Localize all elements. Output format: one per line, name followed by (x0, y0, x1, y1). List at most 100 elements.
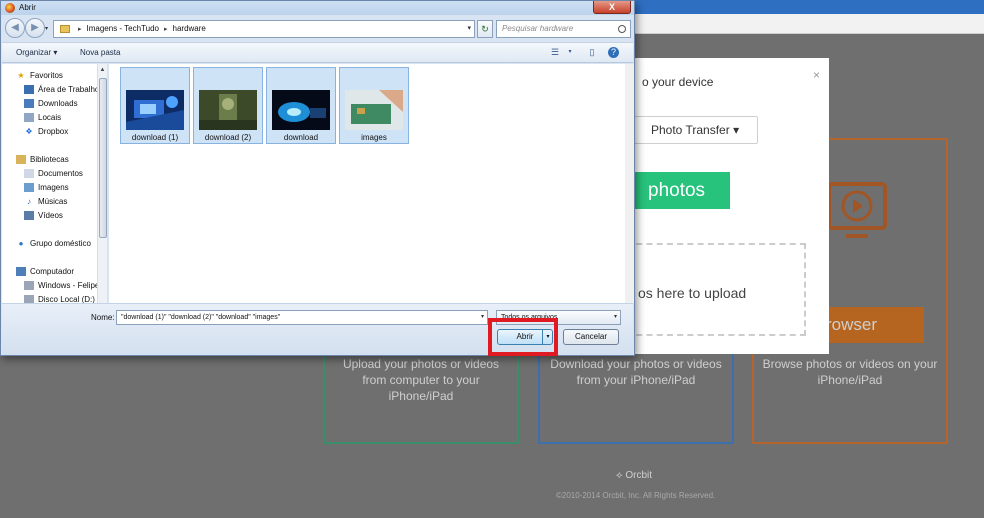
organize-menu[interactable]: Organizar ▾ (16, 48, 57, 57)
breadcrumb-separator-icon: ▸ (164, 26, 168, 33)
nav-desktop[interactable]: Área de Trabalho (24, 85, 99, 97)
file-thumbnail (126, 90, 184, 130)
dialog-title: Abrir (19, 3, 36, 12)
nav-downloads-label: Downloads (38, 99, 78, 108)
breadcrumb-hardware[interactable]: hardware (173, 24, 206, 33)
file-item[interactable]: download (266, 67, 336, 144)
address-dropdown-icon[interactable]: ▾ (467, 21, 471, 37)
dialog-titlebar[interactable]: Abrir X (1, 1, 634, 15)
music-icon: ♪ (27, 197, 31, 207)
cancel-button[interactable]: Cancelar (563, 329, 619, 345)
file-type-dropdown-icon[interactable]: ▾ (614, 311, 617, 324)
new-folder-button[interactable]: Nova pasta (80, 48, 120, 57)
nav-videos-label: Vídeos (38, 211, 63, 220)
nav-recent[interactable]: Locais (24, 113, 61, 125)
modal-title: o your device (642, 75, 714, 89)
homegroup-icon: ● (18, 239, 24, 249)
file-name: download (283, 133, 319, 142)
nav-dropbox[interactable]: ❖ Dropbox (24, 127, 68, 139)
dropbox-icon: ❖ (25, 127, 33, 137)
nav-downloads[interactable]: Downloads (24, 99, 78, 111)
nav-documents-label: Documentos (38, 169, 83, 178)
drive-icon (24, 295, 34, 303)
search-placeholder: Pesquisar hardware (502, 24, 574, 33)
back-arrow-icon[interactable]: ◀ (5, 18, 25, 38)
drop-zone-text: os here to upload (638, 285, 747, 301)
view-options-icon[interactable]: ☰ (549, 47, 561, 58)
close-button[interactable]: X (593, 1, 631, 14)
recent-places-icon (24, 113, 34, 123)
nav-favorites-label: Favoritos (30, 71, 63, 80)
scroll-up-icon[interactable]: ▲ (98, 65, 107, 75)
device-modal: o your device × Photo Transfer ▾ photos … (610, 58, 829, 354)
nav-homegroup[interactable]: ● Grupo doméstico (16, 239, 91, 251)
desktop-icon (24, 85, 34, 95)
forward-arrow-icon[interactable]: ▶ (25, 18, 45, 38)
refresh-icon[interactable]: ↻ (477, 20, 493, 38)
nav-drive-d[interactable]: Disco Local (D:) (24, 295, 95, 303)
transfer-mode-select[interactable]: Photo Transfer ▾ (626, 116, 758, 144)
video-tv-icon (827, 182, 887, 238)
computer-icon (16, 267, 26, 277)
nav-homegroup-label: Grupo doméstico (30, 239, 91, 248)
nav-dropbox-label: Dropbox (38, 127, 69, 136)
file-list-scrollbar[interactable] (625, 64, 634, 303)
file-name: download (2) (204, 133, 252, 142)
videos-icon (24, 211, 34, 221)
nav-images-label: Imagens (38, 183, 69, 192)
drop-zone[interactable]: os here to upload (626, 243, 806, 336)
nav-drive-c[interactable]: Windows - Felipe (24, 281, 99, 293)
caret-down-icon: ▾ (733, 123, 740, 137)
file-item[interactable]: download (2) (193, 67, 263, 144)
modal-close-icon[interactable]: × (813, 68, 820, 82)
nav-documents[interactable]: Documentos (24, 169, 83, 181)
breadcrumb-separator-icon: ▸ (78, 26, 82, 33)
file-item[interactable]: images (339, 67, 409, 144)
preview-pane-icon[interactable]: ▯ (586, 47, 598, 58)
file-name: images (361, 133, 387, 142)
select-photos-button[interactable]: photos (626, 172, 730, 209)
nav-favorites[interactable]: ★ Favoritos (16, 71, 63, 83)
nav-music[interactable]: ♪ Músicas (24, 197, 67, 209)
search-icon (618, 25, 626, 33)
nav-libraries-label: Bibliotecas (30, 155, 69, 164)
chrome-icon (5, 3, 15, 13)
file-thumbnail (272, 90, 330, 130)
filename-input[interactable]: "download (1)" "download (2)" "download"… (116, 310, 488, 325)
folder-icon (60, 24, 70, 33)
navigation-pane: ★ Favoritos Área de Trabalho Downloads Lo… (2, 64, 108, 303)
nav-videos[interactable]: Vídeos (24, 211, 63, 223)
nav-images[interactable]: Imagens (24, 183, 69, 195)
nav-scrollbar[interactable]: ▲ (97, 64, 107, 303)
recent-locations-dropdown[interactable]: ▾ (45, 25, 48, 32)
nav-drive-c-label: Windows - Felipe (38, 281, 100, 290)
nav-computer-label: Computador (30, 267, 75, 276)
nav-music-label: Músicas (38, 197, 68, 206)
open-file-dialog: Abrir X ◀ ▶ ▾ ▸ Imagens - TechTudo ▸ hardwa… (0, 0, 635, 356)
browser-tab-strip (630, 14, 984, 34)
file-item[interactable]: download (1) (120, 67, 190, 144)
nav-recent-label: Locais (38, 113, 62, 122)
footer-logo: ⟡ Orcbit (616, 470, 653, 481)
view-dropdown-icon[interactable]: ▾ (564, 47, 576, 58)
address-bar[interactable]: ▸ Imagens - TechTudo ▸ hardware ▾ (53, 20, 475, 38)
transfer-mode-label: Photo Transfer (651, 123, 730, 137)
nav-computer[interactable]: Computador (16, 267, 74, 279)
file-thumbnail (199, 90, 257, 130)
open-button-highlight (488, 318, 558, 356)
search-input[interactable]: Pesquisar hardware (496, 20, 631, 38)
name-label: Nome: (91, 313, 115, 322)
browser-button[interactable]: rowser (824, 307, 924, 343)
filename-dropdown-icon[interactable]: ▾ (481, 311, 484, 324)
nav-libraries[interactable]: Bibliotecas (16, 155, 69, 167)
breadcrumb-imagens[interactable]: Imagens - TechTudo (87, 24, 159, 33)
file-list: download (1) download (2) download image… (109, 64, 629, 303)
help-icon[interactable]: ? (608, 47, 619, 58)
download-tile-text: Download your photos or videos from your… (550, 357, 722, 387)
drive-icon (24, 281, 34, 291)
nav-scroll-thumb[interactable] (99, 78, 107, 238)
footer-logo-text: Orcbit (625, 470, 653, 481)
nav-desktop-label: Área de Trabalho (38, 85, 100, 94)
dialog-toolbar: Organizar ▾ Nova pasta ☰ ▾ ▯ ? (2, 42, 633, 63)
star-icon: ★ (17, 71, 25, 81)
